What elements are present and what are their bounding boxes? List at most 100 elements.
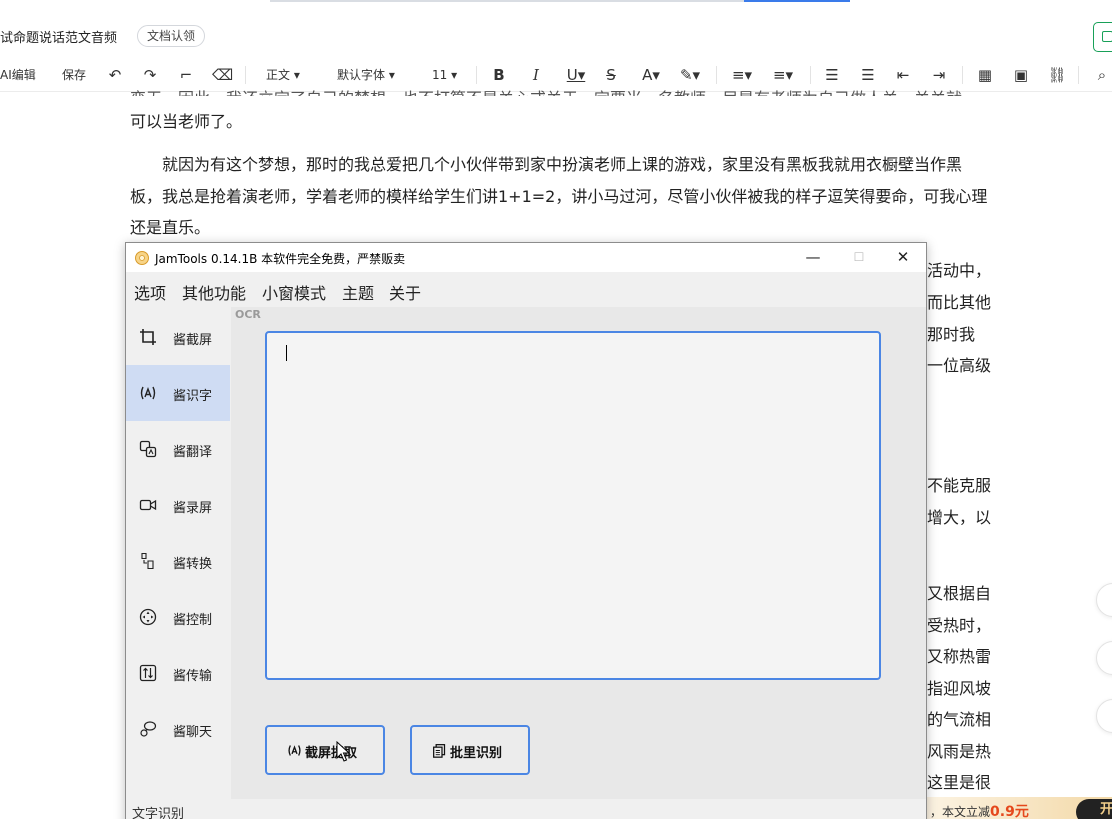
menu-theme[interactable]: 主题 bbox=[342, 280, 374, 304]
batch-recognize-button[interactable]: 批里识别 bbox=[410, 725, 530, 775]
redo-icon[interactable]: ↷ bbox=[140, 65, 160, 85]
undo-icon[interactable]: ↶ bbox=[105, 65, 125, 85]
font-color-icon[interactable]: A▾ bbox=[638, 65, 664, 85]
doc-fragment: 指迎风坡 bbox=[927, 679, 992, 698]
menu-about[interactable]: 关于 bbox=[389, 280, 421, 304]
sidebar-item-control[interactable]: 酱控制 bbox=[126, 589, 230, 645]
sidebar-item-label: 酱聊天 bbox=[173, 725, 213, 740]
doc-claim-button[interactable]: 文档认领 bbox=[137, 25, 206, 47]
save-button[interactable]: 保存 bbox=[62, 65, 86, 85]
ocr-result-textarea[interactable] bbox=[265, 331, 881, 680]
doc-title: 试命题说话范文音频 bbox=[0, 31, 118, 46]
app-icon bbox=[135, 251, 149, 265]
image-icon[interactable]: ▣ bbox=[1011, 65, 1031, 85]
align-icon[interactable]: ≡▾ bbox=[729, 65, 755, 85]
sidebar-item-translate[interactable]: 酱翻译 bbox=[126, 421, 230, 477]
sidebar-item-ocr[interactable]: 酱识字 bbox=[126, 365, 230, 421]
format-painter-icon[interactable]: ⌐ bbox=[176, 65, 196, 85]
sidebar-item-chat[interactable]: 酱聊天 bbox=[126, 701, 230, 757]
toolbar-divider bbox=[245, 66, 246, 84]
toolbar-divider bbox=[476, 66, 477, 84]
translate-icon bbox=[139, 440, 157, 458]
sidebar-item-label: 酱控制 bbox=[173, 613, 213, 628]
font-family-label: 默认字体 bbox=[337, 68, 386, 82]
doc-line-partial: 变无。因此，我还立定了自己的梦想。也不打算不是关心或关于一定要当一名教师，尼是有… bbox=[130, 83, 962, 96]
batch-files-icon bbox=[433, 744, 446, 758]
toolbar-divider bbox=[962, 66, 963, 84]
eraser-icon[interactable]: ⌫ bbox=[212, 65, 233, 85]
toolbar-divider bbox=[716, 66, 717, 84]
sidebar-item-label: 酱翻译 bbox=[173, 445, 213, 460]
toolbar-divider bbox=[1078, 66, 1079, 84]
bullet-list-icon[interactable]: ☰ bbox=[858, 65, 878, 85]
increase-indent-icon[interactable]: ⇥ bbox=[929, 65, 949, 85]
search-icon[interactable]: ⌕ bbox=[1092, 65, 1112, 85]
italic-icon[interactable]: I bbox=[526, 65, 546, 85]
title-bar[interactable]: JamTools 0.14.1B 本软件完全免费，严禁贩卖 — ☐ ✕ bbox=[126, 243, 926, 272]
jamtools-window: JamTools 0.14.1B 本软件完全免费，严禁贩卖 — ☐ ✕ 选项 其… bbox=[125, 242, 927, 819]
link-icon[interactable]: ⛓ bbox=[1047, 65, 1067, 85]
font-size-select[interactable]: 11 ▾ bbox=[432, 65, 457, 85]
doc-fragment: 一位高级 bbox=[927, 356, 992, 375]
sidebar-item-screenshot[interactable]: 酱截屏 bbox=[126, 309, 230, 365]
copy-icon[interactable] bbox=[1093, 22, 1112, 52]
promo-label: ，本文立减 bbox=[930, 805, 991, 819]
doc-fragment: 又根据自 bbox=[927, 584, 992, 603]
paragraph-style-select[interactable]: 正文 ▾ bbox=[266, 65, 300, 85]
underline-icon[interactable]: U▾ bbox=[562, 65, 590, 85]
ocr-icon bbox=[288, 745, 301, 756]
doc-fragment: 又称热雷 bbox=[927, 647, 992, 666]
status-bar: 文字识别 bbox=[126, 800, 926, 819]
menu-options[interactable]: 选项 bbox=[134, 280, 166, 304]
text-caret bbox=[286, 345, 287, 361]
sidebar-item-convert[interactable]: 酱转换 bbox=[126, 533, 230, 589]
promo-text: ，本文立减0.9元 bbox=[930, 801, 1029, 819]
promo-price: 0.9元 bbox=[990, 804, 1029, 819]
close-button[interactable]: ✕ bbox=[880, 243, 926, 272]
menu-other-functions[interactable]: 其他功能 bbox=[182, 280, 246, 304]
side-tool-button[interactable] bbox=[1096, 583, 1112, 617]
mouse-cursor-icon bbox=[336, 741, 350, 762]
side-tool-button[interactable] bbox=[1096, 641, 1112, 675]
doc-header: 试命题说话范文音频 文档认领 bbox=[0, 14, 1112, 58]
doc-fragment: 这里是很 bbox=[927, 773, 992, 792]
decrease-indent-icon[interactable]: ⇤ bbox=[893, 65, 913, 85]
highlight-icon[interactable]: ✎▾ bbox=[676, 65, 704, 85]
open-button[interactable]: 开 bbox=[1076, 799, 1112, 819]
side-tool-button[interactable] bbox=[1096, 699, 1112, 733]
doc-line: 可以当老师了。 bbox=[130, 112, 243, 131]
font-family-select[interactable]: 默认字体 ▾ bbox=[337, 65, 395, 85]
ai-edit-button[interactable]: AI编辑 bbox=[0, 65, 36, 85]
top-strip-indicator bbox=[744, 0, 850, 2]
promo-bar: ，本文立减0.9元 开 bbox=[906, 797, 1112, 819]
doc-line: 板，我总是抢着演老师，学着老师的模样给学生们讲1+1=2，讲小马过河，尽管小伙伴… bbox=[130, 187, 988, 206]
doc-fragment: 活动中， bbox=[927, 261, 992, 280]
line-spacing-icon[interactable]: ≡▾ bbox=[770, 65, 796, 85]
menu-small-window[interactable]: 小窗模式 bbox=[262, 280, 326, 304]
ordered-list-icon[interactable]: ☰ bbox=[822, 65, 842, 85]
doc-fragment: 受热时， bbox=[927, 616, 992, 635]
control-icon bbox=[139, 608, 157, 626]
doc-fragment: 那时我 bbox=[927, 325, 976, 344]
crop-icon bbox=[140, 329, 156, 345]
doc-fragment: 不能克服 bbox=[927, 476, 992, 495]
bold-icon[interactable]: B bbox=[489, 65, 509, 85]
doc-fragment: 风雨是热 bbox=[927, 742, 992, 761]
minimize-button[interactable]: — bbox=[790, 243, 836, 272]
maximize-button[interactable]: ☐ bbox=[836, 243, 882, 272]
ocr-section-label: OCR bbox=[235, 308, 261, 321]
sidebar-item-label: 酱转换 bbox=[173, 557, 213, 572]
transfer-icon bbox=[139, 664, 157, 682]
ocr-icon bbox=[140, 386, 156, 400]
doc-line: 就因为有这个梦想，那时的我总爱把几个小伙伴带到家中扮演老师上课的游戏，家里没有黑… bbox=[162, 155, 963, 174]
sidebar-item-transfer[interactable]: 酱传输 bbox=[126, 645, 230, 701]
screenshot-extract-button[interactable]: 截屏提取 bbox=[265, 725, 385, 775]
sidebar-item-label: 酱传输 bbox=[173, 669, 213, 684]
table-icon[interactable]: ▦ bbox=[975, 65, 995, 85]
ocr-panel: OCR 截屏提取 批里识别 bbox=[231, 307, 926, 799]
convert-icon bbox=[141, 552, 154, 570]
sidebar-item-record[interactable]: 酱录屏 bbox=[126, 477, 230, 533]
sidebar-item-label: 酱识字 bbox=[173, 389, 213, 404]
strikethrough-icon[interactable]: S bbox=[601, 65, 621, 85]
paragraph-style-label: 正文 bbox=[266, 68, 291, 82]
